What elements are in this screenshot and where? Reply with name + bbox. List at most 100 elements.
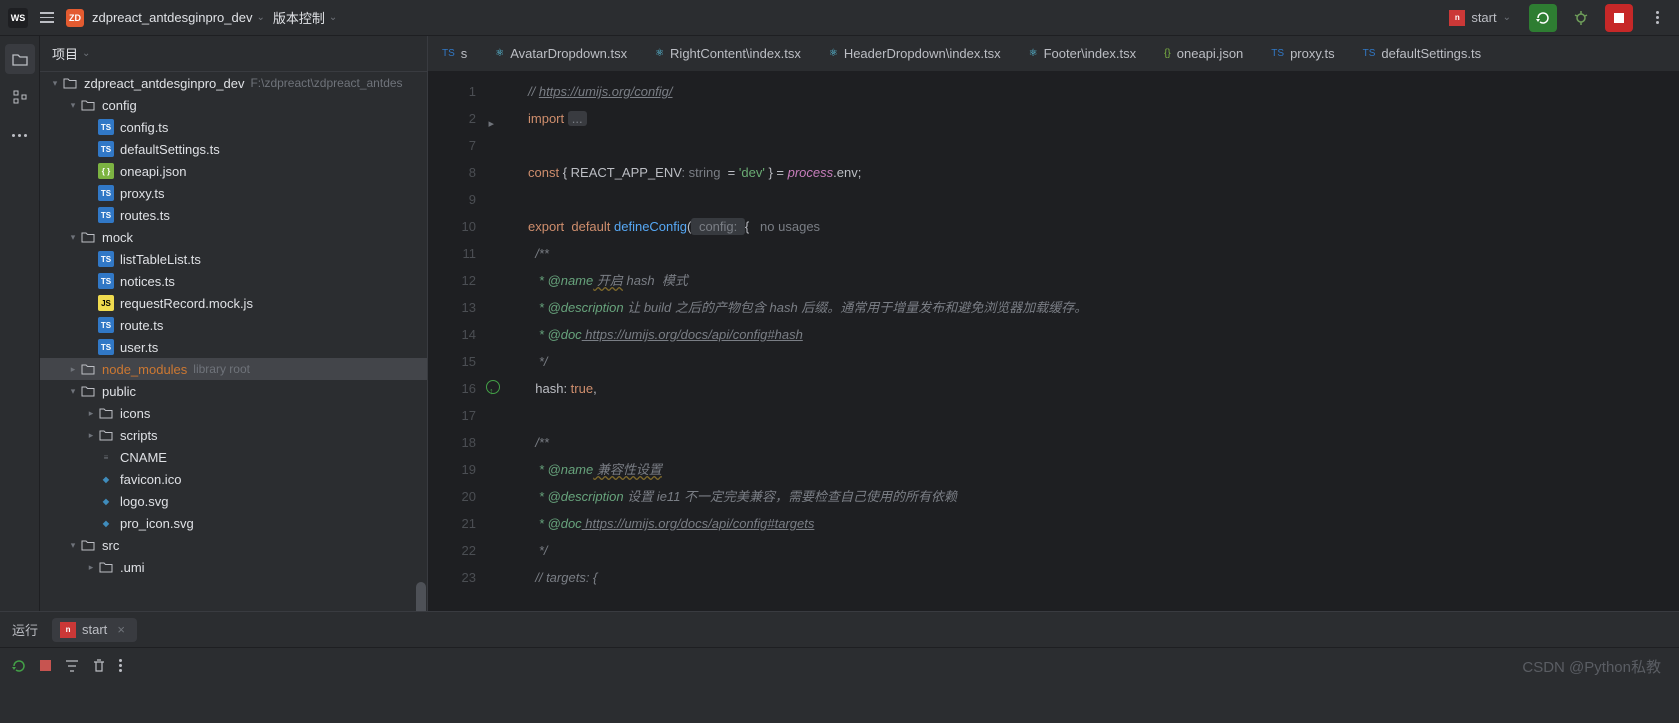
editor-tab[interactable]: ⚛AvatarDropdown.tsx [481, 36, 641, 72]
tree-item[interactable]: TSuser.ts [40, 336, 427, 358]
more-tools-button[interactable] [5, 120, 35, 150]
svg-icon: ◆ [98, 515, 114, 531]
ts-icon: TS [98, 317, 114, 333]
expand-arrow-icon[interactable]: ▾ [66, 386, 80, 397]
rerun-button[interactable] [1529, 4, 1557, 32]
ts-icon: TS [98, 185, 114, 201]
tree-item[interactable]: TSproxy.ts [40, 182, 427, 204]
tree-item[interactable]: ▸node_moduleslibrary root [40, 358, 427, 380]
folder-icon [62, 75, 78, 91]
tree-item-label: config.ts [120, 120, 168, 135]
filter-icon[interactable] [65, 660, 79, 672]
react-icon: ⚛ [829, 48, 838, 59]
tree-item[interactable]: TSroute.ts [40, 314, 427, 336]
tree-item[interactable]: ▾public [40, 380, 427, 402]
tree-item[interactable]: TSdefaultSettings.ts [40, 138, 427, 160]
tree-item[interactable]: ◆logo.svg [40, 490, 427, 512]
structure-tool-button[interactable] [5, 82, 35, 112]
tree-item[interactable]: ≡CNAME [40, 446, 427, 468]
main-menu-button[interactable] [36, 8, 58, 27]
stop-icon[interactable] [40, 660, 51, 671]
folder-icon [80, 229, 96, 245]
expand-arrow-icon[interactable]: ▸ [66, 364, 80, 375]
project-tree-panel: 项目 ⌄ ▾ zdpreact_antdesginpro_dev F:\zdpr… [40, 36, 428, 611]
line-number: 8 [428, 159, 476, 186]
editor-tab[interactable]: ⚛RightContent\index.tsx [641, 36, 815, 72]
line-number: 19 [428, 456, 476, 483]
folder-icon [80, 537, 96, 553]
ts-icon: TS [98, 207, 114, 223]
project-tree[interactable]: ▾ zdpreact_antdesginpro_dev F:\zdpreact\… [40, 72, 427, 611]
code-editor[interactable]: 12▸7891011121314151617181920212223 // ht… [428, 72, 1679, 611]
editor-tab[interactable]: ⚛ HeaderDropdown\index.tsx [815, 36, 1015, 72]
line-number: 15 [428, 348, 476, 375]
folder-icon [80, 361, 96, 377]
line-number: 14 [428, 321, 476, 348]
expand-arrow-icon[interactable]: ▾ [66, 540, 80, 551]
editor-tab[interactable]: TSdefaultSettings.ts [1349, 36, 1496, 72]
rerun-icon[interactable] [12, 659, 26, 673]
tree-item[interactable]: ▸.umi [40, 556, 427, 578]
editor-tab[interactable]: ⚛Footer\index.tsx [1015, 36, 1150, 72]
line-number: 17 [428, 402, 476, 429]
tree-item[interactable]: TSroutes.ts [40, 204, 427, 226]
stop-button[interactable] [1605, 4, 1633, 32]
editor-tab[interactable]: TSs [428, 36, 481, 72]
tree-item[interactable]: TSnotices.ts [40, 270, 427, 292]
run-config-dropdown[interactable]: n start ⌄ [1441, 6, 1519, 30]
close-icon[interactable]: × [113, 622, 129, 637]
tree-item[interactable]: ◆pro_icon.svg [40, 512, 427, 534]
more-actions-button[interactable] [1643, 4, 1671, 32]
line-gutter: 12▸7891011121314151617181920212223 [428, 72, 488, 611]
txt-icon: ≡ [98, 449, 114, 465]
editor-tabs: TSs⚛AvatarDropdown.tsx⚛RightContent\inde… [428, 36, 1679, 72]
tree-item-label: requestRecord.mock.js [120, 296, 253, 311]
expand-arrow-icon[interactable]: ▸ [84, 562, 98, 573]
js-icon: JS [98, 295, 114, 311]
tree-root-path: F:\zdpreact\zdpreact_antdes [250, 76, 402, 90]
debug-button[interactable] [1567, 4, 1595, 32]
tree-root[interactable]: ▾ zdpreact_antdesginpro_dev F:\zdpreact\… [40, 72, 427, 94]
line-number: 9 [428, 186, 476, 213]
scrollbar-thumb[interactable] [416, 582, 426, 611]
project-tree-header[interactable]: 项目 ⌄ [40, 36, 427, 72]
chevron-down-icon: ⌄ [82, 48, 90, 59]
more-icon[interactable] [119, 659, 122, 672]
expand-arrow-icon[interactable]: ▾ [66, 100, 80, 111]
run-tab-start[interactable]: n start × [52, 618, 137, 642]
ide-logo: WS [8, 8, 28, 28]
tree-item[interactable]: ◆ favicon.ico [40, 468, 427, 490]
tree-item[interactable]: JS requestRecord.mock.js [40, 292, 427, 314]
trash-icon[interactable] [93, 659, 105, 673]
editor-tab[interactable]: {}oneapi.json [1150, 36, 1257, 72]
editor-tab[interactable]: TSproxy.ts [1257, 36, 1348, 72]
expand-arrow-icon[interactable]: ▾ [48, 78, 62, 89]
tree-item[interactable]: ▾mock [40, 226, 427, 248]
ts-icon: TS [98, 273, 114, 289]
vcs-dropdown[interactable]: 版本控制 ⌄ [273, 8, 337, 27]
expand-arrow-icon[interactable]: ▾ [66, 232, 80, 243]
project-tool-button[interactable] [5, 44, 35, 74]
tree-item-hint: library root [193, 362, 250, 376]
tree-item[interactable]: ▸icons [40, 402, 427, 424]
fold-icon[interactable]: ▸ [488, 111, 494, 138]
folder-icon [80, 97, 96, 113]
run-panel-title[interactable]: 运行 [12, 620, 38, 639]
tree-item[interactable]: TSconfig.ts [40, 116, 427, 138]
expand-arrow-icon[interactable]: ▸ [84, 408, 98, 419]
tab-label: AvatarDropdown.tsx [510, 46, 627, 61]
tree-item[interactable]: TSlistTableList.ts [40, 248, 427, 270]
code-content[interactable]: // https://umijs.org/config/ import ... … [488, 72, 1087, 611]
tree-item[interactable]: ▸scripts [40, 424, 427, 446]
expand-arrow-icon[interactable]: ▸ [84, 430, 98, 441]
tree-item[interactable]: ▾src [40, 534, 427, 556]
line-number: 12 [428, 267, 476, 294]
tab-label: HeaderDropdown\index.tsx [844, 46, 1001, 61]
tree-item[interactable]: ▾config [40, 94, 427, 116]
svg-icon: ◆ [98, 471, 114, 487]
tree-item[interactable]: { }oneapi.json [40, 160, 427, 182]
project-dropdown[interactable]: zdpreact_antdesginpro_dev ⌄ [92, 10, 265, 25]
npm-icon: n [60, 622, 76, 638]
tree-item-label: favicon.ico [120, 472, 181, 487]
ai-suggest-icon[interactable] [486, 380, 500, 394]
